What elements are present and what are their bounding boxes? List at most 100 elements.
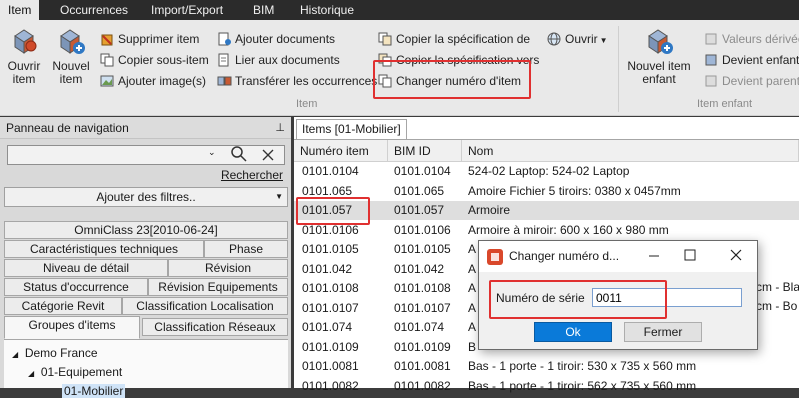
- copier-spec-de-label: Copier la spécification de: [396, 32, 531, 46]
- tab-import-export[interactable]: Import/Export: [143, 0, 231, 20]
- cell-nom: Armoire à miroir: 600 x 160 x 980 mm: [468, 222, 669, 237]
- highlight-row-0101-057: [296, 197, 370, 225]
- cell-numero: 0101.0109: [302, 339, 359, 354]
- nav-search-box[interactable]: ⌄: [7, 145, 285, 165]
- cell-bim-id: 0101.0109: [394, 339, 451, 354]
- cell-nom: B: [468, 339, 477, 354]
- image-icon: [100, 74, 115, 88]
- transferer-occurrences-button[interactable]: Transférer les occurrences: [217, 72, 377, 90]
- dropdown-arrow-icon: ▼: [599, 36, 608, 45]
- devient-enfant-button[interactable]: Devient enfant: [704, 51, 799, 69]
- menu-bar: Item Occurrences Import/Export BIM Histo…: [0, 0, 799, 20]
- tree-expand-icon[interactable]: ◢: [12, 350, 18, 359]
- table-row[interactable]: 0101.0082 0101.0082 Bas - 1 porte - 1 tiro…: [294, 377, 799, 396]
- column-header-nom[interactable]: Nom: [462, 140, 799, 162]
- tab-caracteristiques[interactable]: Caractéristiques techniques: [4, 240, 204, 258]
- devient-enfant-label: Devient enfant: [722, 53, 799, 67]
- close-icon[interactable]: [729, 248, 743, 265]
- tab-item[interactable]: Item: [0, 0, 40, 20]
- cell-bim-id: 0101.074: [394, 320, 445, 334]
- cell-nom: A: [468, 261, 477, 276]
- become-parent-icon: [704, 74, 719, 88]
- supprimer-item-label: Supprimer item: [118, 32, 200, 46]
- cell-numero: 0101.0104: [302, 164, 359, 178]
- cell-bim-id: 0101.0104: [394, 164, 451, 178]
- search-input[interactable]: [10, 147, 200, 163]
- lier-documents-label: Lier aux documents: [235, 53, 340, 67]
- cell-numero: 0101.074: [302, 320, 353, 334]
- nav-header: Panneau de navigation ⊥: [0, 117, 291, 139]
- supprimer-item-button[interactable]: Supprimer item: [100, 30, 199, 48]
- devient-parent-button[interactable]: Devient parent: [704, 72, 799, 90]
- tree-node-label: 01-Mobilier: [64, 384, 124, 398]
- filter-dropdown-arrow-icon: ▼: [275, 192, 283, 201]
- tab-niveau-detail[interactable]: Niveau de détail: [4, 259, 168, 277]
- table-row[interactable]: 0101.0081 0101.0081 Bas - 1 porte - 1 tiro…: [294, 357, 799, 376]
- column-header-bim-id[interactable]: BIM ID: [388, 140, 462, 162]
- table-row[interactable]: 0101.0104 0101.0104 524-02 Laptop: 524-02 …: [294, 162, 799, 181]
- tree-expand-icon[interactable]: ◢: [28, 369, 34, 378]
- cell-bim-id: 0101.0107: [394, 300, 451, 315]
- new-item-icon: [56, 26, 86, 56]
- ribbon-group-item-enfant: Item enfant: [697, 98, 753, 110]
- ok-button[interactable]: Ok: [534, 322, 612, 342]
- new-child-item-icon: [644, 26, 674, 56]
- cell-bim-id: 0101.0082: [394, 378, 451, 393]
- ajouter-images-button[interactable]: Ajouter image(s): [100, 72, 206, 90]
- cell-bim-id: 0101.065: [394, 183, 445, 198]
- right-peek-1: cm - Bla: [756, 280, 799, 294]
- cell-nom: Bas - 1 porte - 1 tiroir: 530 x 735 x 56…: [468, 359, 697, 373]
- minimize-icon[interactable]: [647, 248, 661, 265]
- tab-phase[interactable]: Phase: [204, 240, 288, 258]
- tab-groupes-items[interactable]: Groupes d'items: [4, 316, 140, 339]
- tab-revision[interactable]: Révision: [168, 259, 288, 277]
- tab-occurrences[interactable]: Occurrences: [52, 0, 136, 20]
- tree-node-mobilier[interactable]: 01-Mobilier: [62, 384, 126, 398]
- copier-sous-item-label: Copier sous-item: [118, 53, 209, 67]
- cell-bim-id: 0101.057: [394, 203, 445, 217]
- cell-numero: 0101.0107: [302, 300, 359, 315]
- tab-revision-equipements[interactable]: Révision Equipements: [148, 278, 288, 296]
- tab-categorie-revit[interactable]: Catégorie Revit: [4, 297, 122, 315]
- clear-icon[interactable]: [260, 146, 276, 167]
- rechercher-link[interactable]: Rechercher: [221, 168, 283, 182]
- tab-classification-localisation[interactable]: Classification Localisation: [122, 297, 288, 315]
- tree-node-label: 01-Equipement: [40, 365, 123, 379]
- nouvel-item-enfant-button[interactable]: Nouvel item enfant: [624, 26, 694, 86]
- nouvel-item-label-2: item: [59, 72, 83, 86]
- fermer-button[interactable]: Fermer: [624, 322, 702, 342]
- tab-classification-reseaux[interactable]: Classification Réseaux: [142, 318, 288, 336]
- copier-spec-de-button[interactable]: Copier la spécification de: [378, 30, 530, 48]
- column-header-numero[interactable]: Numéro item: [294, 140, 388, 162]
- transfer-icon: [217, 74, 232, 88]
- highlight-numero-serie: [489, 280, 667, 319]
- items-tab[interactable]: Items [01-Mobilier]: [296, 119, 407, 139]
- pin-icon[interactable]: ⊥: [275, 117, 285, 139]
- copier-sous-item-button[interactable]: Copier sous-item: [100, 51, 209, 69]
- app-icon: [487, 249, 503, 268]
- cell-bim-id: 0101.0105: [394, 242, 451, 256]
- tree-node-demo-france[interactable]: ◢ Demo France: [12, 346, 98, 360]
- maximize-icon[interactable]: [683, 248, 697, 265]
- cell-nom: A: [468, 300, 477, 315]
- highlight-changer-numero: [373, 60, 531, 99]
- cell-numero: 0101.0108: [302, 281, 359, 295]
- cell-nom: Armoire: [468, 203, 511, 217]
- tab-omniclass[interactable]: OmniClass 23[2010-06-24]: [4, 221, 288, 239]
- tab-status-occurrence[interactable]: Status d'occurrence: [4, 278, 148, 296]
- nouvel-item-button[interactable]: Nouvel item: [50, 26, 92, 86]
- cell-nom: A: [468, 320, 477, 334]
- ouvrir-item-button[interactable]: Ouvrir item: [4, 26, 44, 86]
- valeurs-derivees-button[interactable]: Valeurs dérivée: [704, 30, 799, 48]
- navigation-panel: Panneau de navigation ⊥ ⌄ Rechercher Ajo…: [0, 117, 291, 398]
- search-icon[interactable]: [230, 144, 248, 167]
- tab-historique[interactable]: Historique: [292, 0, 362, 20]
- add-filters-dropdown[interactable]: Ajouter des filtres.. ▼: [4, 187, 288, 207]
- tree-node-equipement[interactable]: ◢ 01-Equipement: [28, 365, 122, 379]
- tab-bim[interactable]: BIM: [245, 0, 282, 20]
- search-dropdown-icon[interactable]: ⌄: [208, 147, 216, 158]
- ribbon-group-item: Item: [296, 98, 318, 110]
- lier-documents-button[interactable]: Lier aux documents: [217, 51, 340, 69]
- ajouter-documents-button[interactable]: Ajouter documents: [217, 30, 335, 48]
- ouvrir-dropdown[interactable]: Ouvrir ▼: [547, 30, 608, 48]
